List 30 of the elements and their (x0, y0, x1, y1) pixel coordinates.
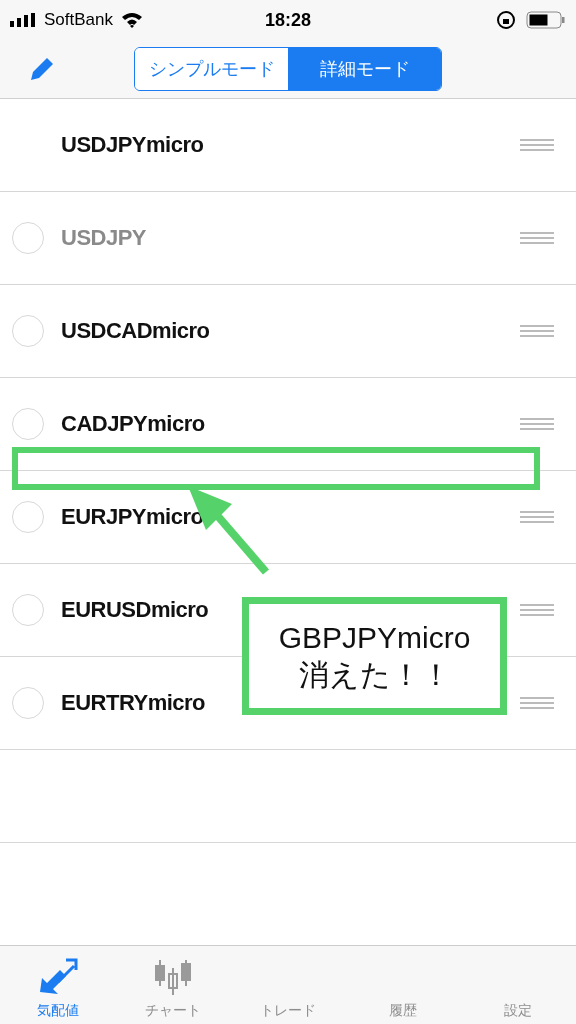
rotation-lock-icon (496, 10, 516, 30)
clock-time: 18:28 (265, 9, 311, 31)
symbol-name: EURTRYmicro (61, 690, 206, 716)
symbol-name: EURUSDmicro (61, 597, 209, 623)
mode-tab[interactable]: シンプルモード (135, 48, 288, 90)
drag-handle-icon[interactable] (520, 417, 554, 431)
drag-handle-icon[interactable] (520, 231, 554, 245)
battery-icon (526, 11, 566, 29)
symbol-name: EURJPYmicro (61, 504, 204, 530)
drag-handle-icon[interactable] (520, 138, 554, 152)
signal-icon (10, 13, 36, 27)
symbol-name: USDJPYmicro (61, 132, 204, 158)
mode-tab[interactable]: 詳細モード (288, 48, 441, 90)
symbol-name: USDCADmicro (61, 318, 210, 344)
callout-text: 消えた！！ (298, 657, 451, 693)
drag-handle-icon[interactable] (520, 603, 554, 617)
tab-bar-item[interactable]: 履歴 (345, 946, 461, 1024)
symbol-name: CADJPYmicro (61, 411, 205, 437)
drag-handle-icon[interactable] (520, 324, 554, 338)
tab-bar-item[interactable]: 気配値 (0, 946, 116, 1024)
tab-bar-item[interactable]: チャート (115, 946, 231, 1024)
wifi-icon (121, 12, 143, 28)
carrier-name: SoftBank (44, 10, 113, 30)
callout-text: GBPJPYmicro (278, 619, 471, 656)
tab-bar-item[interactable]: トレード (230, 946, 346, 1024)
tab-bar-item[interactable]: 設定 (460, 946, 576, 1024)
symbol-name: USDJPY (61, 225, 147, 251)
drag-handle-icon[interactable] (520, 696, 554, 710)
drag-handle-icon[interactable] (520, 510, 554, 524)
candlestick-icon (152, 958, 193, 996)
